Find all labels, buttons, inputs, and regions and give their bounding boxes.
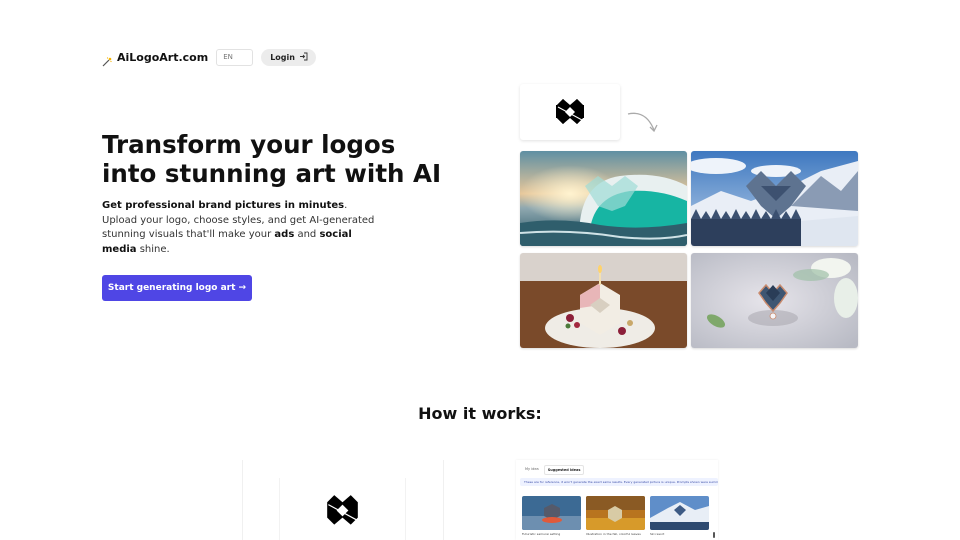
hero-title-line1: Transform your logos: [102, 130, 396, 159]
desc-text: .: [344, 200, 348, 211]
reference-info-banner: These are for reference, it won't genera…: [520, 478, 718, 486]
tab-my-idea[interactable]: My idea: [522, 465, 542, 475]
desc-text: shine.: [136, 243, 170, 255]
header: AiLogoArt.com EN Login: [102, 47, 316, 67]
source-logo-card: [520, 84, 620, 140]
scrollbar-thumb[interactable]: [713, 532, 715, 538]
cake-candle-logo-art: [520, 253, 687, 348]
step-choose-style-panel: My idea Suggested ideas These are for re…: [516, 460, 718, 540]
hero-title: Transform your logos into stunning art w…: [102, 130, 441, 188]
sign-in-icon: [299, 52, 308, 63]
magic-wand-icon: [102, 52, 112, 67]
idea-thumb-ski[interactable]: [650, 496, 709, 530]
how-it-works-title: How it works:: [418, 404, 542, 423]
desc-text: and: [294, 229, 320, 240]
ocean-wave-logo-art: [520, 151, 687, 246]
uploaded-logo-preview: [279, 478, 406, 540]
desc-bold-ads: ads: [274, 229, 295, 240]
start-generating-button[interactable]: Start generating logo art →: [102, 275, 252, 301]
idea-tabs: My idea Suggested ideas: [522, 465, 585, 475]
diamond-logo-icon: [327, 495, 358, 525]
tab-suggested-ideas[interactable]: Suggested ideas: [543, 465, 585, 475]
idea-caption: Ski resort: [650, 532, 665, 536]
mountain-ski-logo-art: [691, 151, 858, 246]
idea-caption: Futuristic samurai setting: [522, 532, 561, 536]
ring-jewelry-logo-art: [691, 253, 858, 348]
curved-arrow-icon: [627, 112, 658, 133]
step-upload-logo-panel: [242, 460, 444, 540]
brand-name: AiLogoArt.com: [117, 50, 209, 64]
hero-description: Get professional brand pictures in minut…: [102, 199, 382, 257]
brand-link[interactable]: AiLogoArt.com: [102, 50, 209, 67]
login-button[interactable]: Login: [261, 48, 316, 66]
hero-title-line2: into stunning art with AI: [102, 159, 442, 188]
idea-thumb-samurai[interactable]: [522, 496, 581, 530]
diamond-logo-icon: [556, 99, 584, 124]
login-label: Login: [270, 52, 295, 62]
language-select[interactable]: EN: [216, 48, 254, 66]
idea-thumb-fall[interactable]: [586, 496, 645, 530]
desc-bold-headline: Get professional brand pictures in minut…: [102, 200, 345, 211]
idea-caption: Illustration in the fall, colorful leave…: [586, 532, 641, 536]
